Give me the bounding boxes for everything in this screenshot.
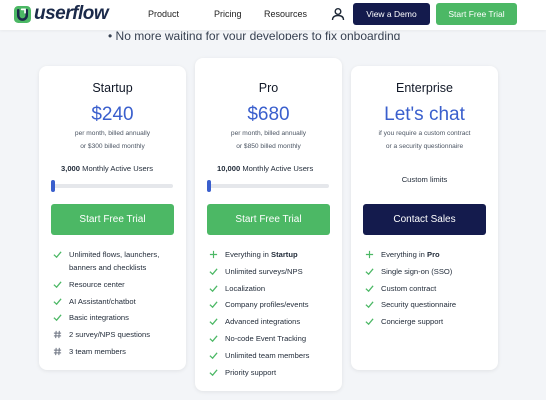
feature-item: Custom contract [365, 282, 456, 295]
feature-item: Resource center [53, 278, 159, 291]
view-demo-button[interactable]: View a Demo [353, 3, 430, 25]
nav-resources[interactable]: Resources [264, 9, 307, 19]
plan-card-enterprise: Enterprise Let's chat if you require a c… [351, 66, 498, 370]
feature-item: Everything in Pro [365, 248, 456, 261]
feature-item: Concierge support [365, 315, 456, 328]
plan-price-note: or a security questionnaire [385, 143, 464, 150]
check-icon [209, 335, 218, 343]
plan-name: Pro [258, 81, 279, 95]
feature-item: Single sign-on (SSO) [365, 265, 456, 278]
check-icon [365, 268, 374, 275]
plan-price-note: or $850 billed monthly [236, 143, 301, 150]
mau-count: 10,000 [217, 164, 241, 173]
top-nav: userflow Product Pricing Resources View … [0, 0, 546, 30]
feature-item: Unlimited surveys/NPS [209, 265, 309, 278]
feature-item: AI Assistant/chatbot [53, 295, 159, 308]
feature-item: 2 survey/NPS questions [53, 328, 159, 341]
feature-item: 3 team members [53, 345, 159, 358]
feature-item: Unlimited flows, launchers, [53, 248, 159, 261]
check-icon [209, 368, 218, 376]
check-icon [365, 301, 374, 309]
check-icon [53, 314, 62, 322]
start-free-trial-button[interactable]: Start Free Trial [207, 204, 330, 235]
feature-item: Advanced integrations [209, 315, 309, 328]
feature-item: banners and checklists [69, 263, 147, 272]
check-icon [209, 268, 218, 275]
feature-item: Company profiles/events [209, 298, 309, 311]
plan-name: Enterprise [396, 81, 453, 95]
plan-price: $240 [91, 104, 134, 125]
custom-limits-label: Custom limits [401, 175, 448, 184]
brand-name: userflow [34, 3, 109, 24]
feature-list: Unlimited flows, launchers, banners and … [53, 248, 159, 362]
feature-item: Security questionnaire [365, 298, 456, 311]
plan-price-note: per month, billed annually [74, 130, 151, 137]
mau-slider-handle[interactable] [207, 180, 211, 192]
user-icon[interactable] [331, 7, 345, 21]
check-icon [365, 318, 374, 326]
start-free-trial-nav-button[interactable]: Start Free Trial [436, 3, 517, 25]
plan-price: Let's chat [384, 104, 465, 125]
check-icon [209, 301, 218, 309]
check-icon [53, 251, 62, 259]
feature-item: Priority support [209, 366, 309, 379]
plan-price-note: or $300 billed monthly [80, 143, 145, 150]
nav-product[interactable]: Product [148, 9, 179, 19]
mau-label: 3,000 Monthly Active Users [61, 164, 153, 173]
mau-text: Monthly Active Users [242, 164, 314, 173]
plus-icon [209, 250, 218, 259]
plan-price-note: if you require a custom contract [378, 130, 471, 137]
check-icon [209, 284, 218, 292]
plus-icon [365, 250, 374, 259]
check-icon [209, 318, 218, 326]
mau-label: 10,000 Monthly Active Users [217, 164, 313, 173]
mau-slider[interactable] [51, 180, 173, 192]
plan-card-startup: Startup $240 per month, billed annually … [39, 66, 186, 370]
hash-icon [53, 331, 62, 339]
check-icon [53, 281, 62, 288]
plan-price-note: per month, billed annually [230, 130, 307, 137]
mau-count: 3,000 [61, 164, 81, 173]
userflow-logo-icon [14, 5, 31, 23]
check-icon [53, 297, 62, 305]
plan-name: Startup [92, 81, 133, 95]
feature-item: Basic integrations [53, 311, 159, 324]
start-free-trial-button[interactable]: Start Free Trial [51, 204, 174, 235]
mau-text: Monthly Active Users [82, 164, 154, 173]
feature-item: No-code Event Tracking [209, 332, 309, 345]
brand-logo[interactable]: userflow [14, 3, 109, 24]
hash-icon [53, 347, 62, 356]
nav-pricing[interactable]: Pricing [214, 9, 242, 19]
mau-slider-handle[interactable] [51, 180, 55, 192]
plan-price: $680 [247, 104, 290, 125]
feature-item: Localization [209, 282, 309, 295]
feature-item: Unlimited team members [209, 349, 309, 362]
feature-list: Everything in Pro Single sign-on (SSO) C… [365, 248, 456, 332]
feature-list: Everything in Startup Unlimited surveys/… [209, 248, 309, 382]
check-icon [209, 352, 218, 359]
check-icon [365, 284, 374, 292]
mau-slider[interactable] [207, 180, 329, 192]
plan-card-pro: Pro $680 per month, billed annually or $… [195, 58, 342, 391]
contact-sales-button[interactable]: Contact Sales [363, 204, 486, 235]
feature-item: Everything in Startup [209, 248, 309, 261]
